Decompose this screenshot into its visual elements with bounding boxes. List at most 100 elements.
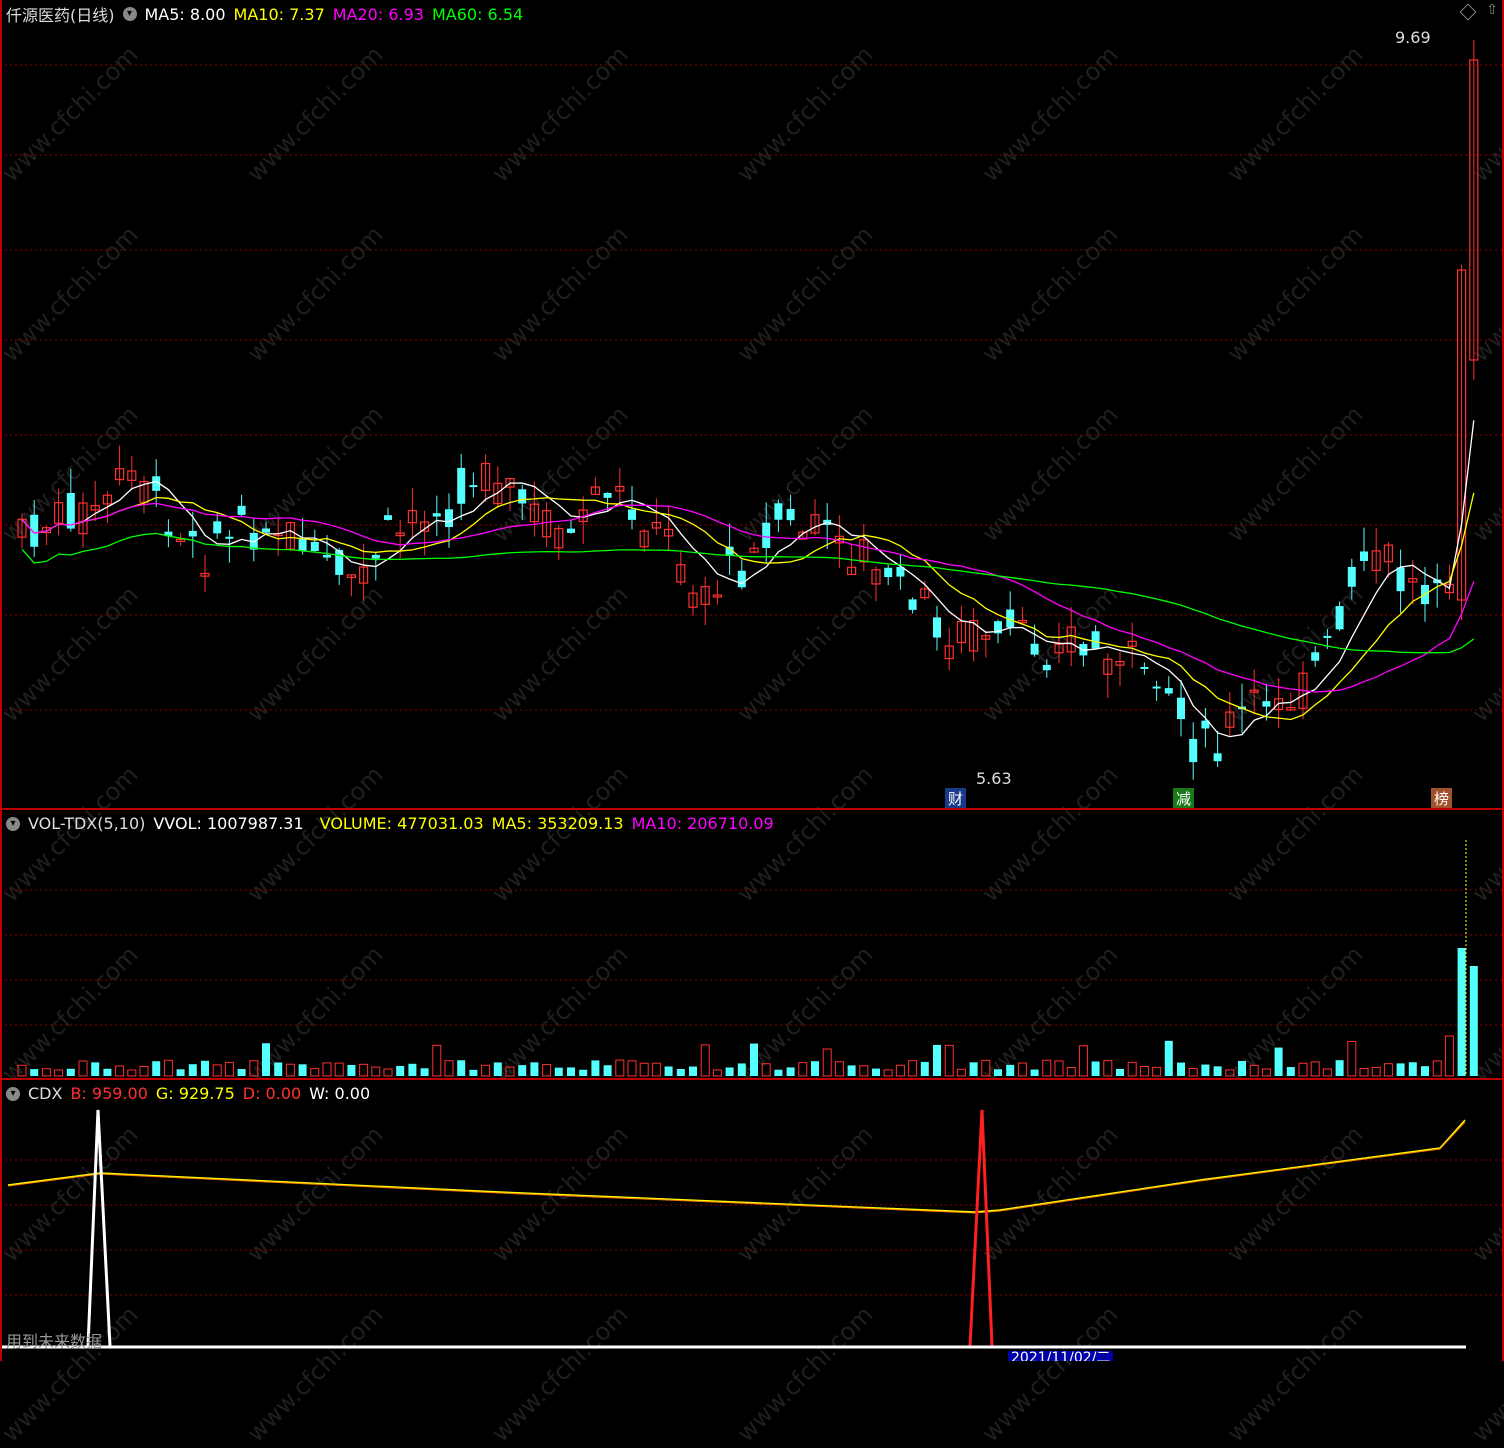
- volume-bar: [1139, 1065, 1149, 1077]
- volume-bar: [811, 1061, 819, 1076]
- volume-bar: [1298, 1062, 1308, 1077]
- volume-bar: [298, 1064, 307, 1076]
- candle-body: [908, 599, 917, 610]
- candle-body: [1262, 701, 1271, 707]
- volume-header: ▾ VOL-TDX(5,10) VVOL: 1007987.31 VOLUME:…: [6, 814, 774, 833]
- volume-bar: [127, 1069, 137, 1077]
- ma60-label: MA60: 6.54: [431, 4, 524, 24]
- future-data-note: 用到未来数据: [6, 1332, 103, 1351]
- volume-bar: [1091, 1061, 1100, 1076]
- volume-bar: [310, 1068, 320, 1077]
- volume-bar: [66, 1068, 75, 1076]
- volume-chart: [0, 840, 1504, 1077]
- candle-body: [432, 513, 441, 517]
- candle-body: [1360, 551, 1368, 561]
- candle-body: [469, 485, 478, 488]
- volume-bar: [981, 1059, 991, 1077]
- vol-indicator-name[interactable]: VOL-TDX(5,10): [28, 814, 145, 833]
- volume-bar: [1030, 1069, 1039, 1076]
- volume-bar: [1469, 966, 1478, 1076]
- volume-bar: [689, 1066, 697, 1076]
- toggle-icon[interactable]: ▾: [6, 816, 20, 831]
- volume-bar: [1371, 1066, 1381, 1077]
- volume-bar: [371, 1066, 381, 1077]
- candle-body: [786, 508, 795, 521]
- ma20-label: MA20: 6.93: [332, 4, 424, 24]
- volume-bar: [457, 1060, 466, 1076]
- volume-bar: [579, 1069, 588, 1076]
- volume-bar: [883, 1069, 893, 1077]
- candle-body: [188, 530, 197, 537]
- volume-pane: ▾ VOL-TDX(5,10) VVOL: 1007987.31 VOLUME:…: [0, 810, 1504, 1080]
- marker-jian[interactable]: 减: [1173, 788, 1195, 809]
- cdx-b-label: B: 959.00: [70, 1084, 148, 1103]
- volume-bar: [554, 1067, 563, 1076]
- volume-bar: [1421, 1066, 1429, 1076]
- candle-body: [628, 509, 636, 520]
- volume-bar: [847, 1065, 856, 1076]
- volume-bar: [1152, 1066, 1162, 1077]
- volume-bar: [1017, 1062, 1027, 1077]
- volume-bar: [567, 1067, 575, 1076]
- candle-body: [213, 521, 222, 534]
- low-price-label: 5.63: [976, 769, 1012, 788]
- volume-bar: [1188, 1068, 1198, 1077]
- volume-bar: [1201, 1064, 1210, 1076]
- volume-bar: [676, 1068, 685, 1076]
- cdx-d-label: D: 0.00: [242, 1084, 302, 1103]
- candle-body: [1140, 666, 1149, 669]
- volume-bar: [1274, 1047, 1283, 1076]
- candle-body: [262, 528, 270, 533]
- volume-bar: [1054, 1060, 1064, 1077]
- volume-bar: [285, 1063, 295, 1077]
- volume-bar: [481, 1064, 491, 1077]
- volume-bar: [212, 1064, 222, 1077]
- toggle-icon[interactable]: ▾: [122, 7, 137, 21]
- volume-bar: [700, 1044, 710, 1077]
- candle-body: [457, 467, 466, 504]
- volume-bar: [1261, 1068, 1271, 1077]
- candle-body: [323, 554, 331, 558]
- volume-bar: [639, 1062, 649, 1077]
- up-arrow-icon[interactable]: ⇧: [1486, 2, 1498, 18]
- price-chart: [0, 39, 1504, 780]
- volume-bar: [408, 1063, 417, 1076]
- cdx-header: ▾ CDX B: 959.00 G: 929.75 D: 0.00 W: 0.0…: [6, 1084, 370, 1103]
- volume-bar: [237, 1069, 246, 1076]
- volume-bar: [920, 1061, 929, 1076]
- volume-bar: [651, 1062, 661, 1077]
- stock-title[interactable]: 仟源医药(日线): [6, 2, 115, 26]
- candle-body: [1152, 686, 1161, 689]
- volume-bar: [493, 1062, 502, 1076]
- marker-bang[interactable]: 榜: [1431, 788, 1453, 809]
- volume-bar: [1164, 1040, 1173, 1076]
- candle-body: [1311, 652, 1320, 661]
- candle-body: [225, 536, 234, 539]
- candle-body: [603, 492, 612, 498]
- ma60-line: [21, 532, 1475, 654]
- volume-bar: [1078, 1045, 1088, 1077]
- volume-bar: [1322, 1068, 1332, 1077]
- volume-bar: [1238, 1060, 1246, 1076]
- volume-bar: [786, 1067, 795, 1076]
- volume-bar: [1127, 1061, 1137, 1077]
- volume-bar: [139, 1065, 149, 1077]
- marker-cai[interactable]: 财: [945, 788, 967, 809]
- price-header: 仟源医药(日线) ▾ MA5: 8.00 MA10: 7.37 MA20: 6.…: [6, 2, 523, 26]
- volume-bar: [750, 1043, 758, 1076]
- volume-bar: [347, 1064, 356, 1076]
- volume-bar: [774, 1069, 783, 1076]
- volume-bar: [944, 1044, 954, 1077]
- candle-body: [298, 539, 307, 551]
- volume-bar: [615, 1059, 625, 1077]
- cdx-w-spike: [86, 1109, 112, 1347]
- volume-bar: [41, 1068, 51, 1077]
- toggle-icon[interactable]: ▾: [6, 1086, 20, 1101]
- candle-body: [1189, 738, 1198, 763]
- volume-bar: [444, 1060, 454, 1077]
- volume-bar: [956, 1068, 966, 1077]
- volume-bar: [1359, 1068, 1369, 1077]
- volume-bar: [420, 1068, 429, 1076]
- cdx-b-line: [7, 1121, 1466, 1214]
- cdx-name[interactable]: CDX: [28, 1084, 62, 1103]
